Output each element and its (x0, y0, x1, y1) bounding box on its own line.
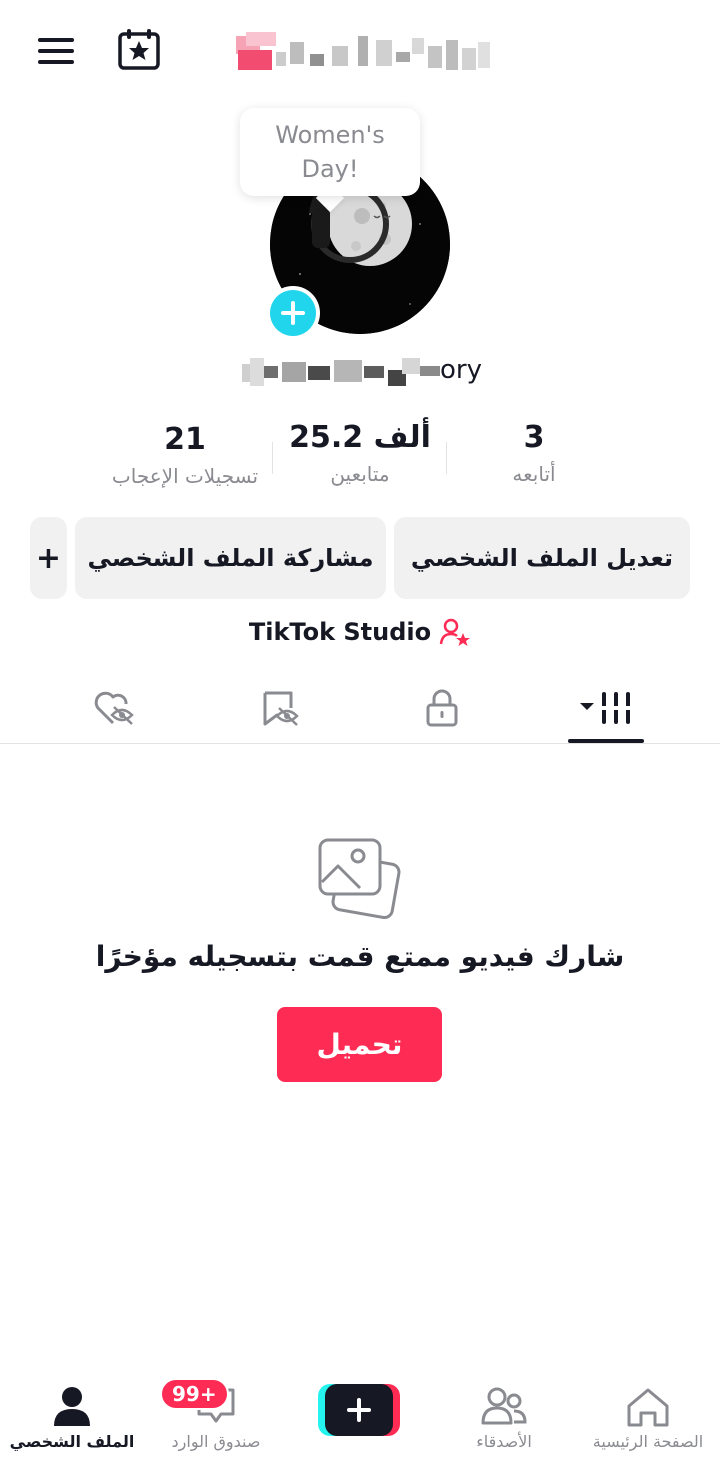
home-icon (627, 1388, 669, 1427)
nav-home[interactable]: الصفحة الرئيسية (576, 1372, 720, 1466)
heart-hidden-icon (94, 691, 134, 725)
nav-friends[interactable]: الأصدقاء (432, 1372, 576, 1466)
nav-home-label: الصفحة الرئيسية (592, 1432, 704, 1451)
followers-label: متابعين (330, 462, 390, 486)
followers-count: 25.2 ألف (289, 420, 431, 455)
plus-icon (270, 290, 316, 336)
nav-profile-label: الملف الشخصي (9, 1432, 135, 1451)
inbox-badge: 99+ (160, 1378, 229, 1410)
tooltip-text: Women's Day! (275, 121, 385, 183)
likes-label: تسجيلات الإعجاب (111, 464, 259, 488)
add-avatar-button[interactable] (266, 286, 320, 340)
upload-button[interactable]: تحميل (277, 1007, 442, 1082)
tiktok-studio-link[interactable]: TikTok Studio (0, 612, 720, 652)
stat-followers[interactable]: 25.2 ألف متابعين (270, 418, 450, 486)
nav-friends-label: الأصدقاء (476, 1432, 532, 1451)
empty-state-message: شارك فيديو ممتع قمت بتسجيله مؤخرًا (95, 940, 625, 973)
tab-liked[interactable] (74, 680, 154, 736)
likes-count: 21 (164, 422, 206, 457)
username-text: ory (440, 355, 482, 385)
stat-following[interactable]: 3 أتابعه (444, 418, 624, 486)
tab-private[interactable] (402, 680, 482, 736)
share-profile-button[interactable]: مشاركة الملف الشخصي (75, 517, 386, 599)
more-button-label: + (35, 540, 62, 576)
friends-icon (481, 1387, 527, 1425)
following-count: 3 (523, 420, 545, 455)
nav-inbox-label: صندوق الوارد (171, 1432, 261, 1451)
bookmark-hidden-icon (263, 691, 299, 726)
person-icon (54, 1387, 90, 1426)
inbox-badge-count: 99+ (172, 1382, 217, 1406)
tabs-divider (0, 743, 720, 744)
nav-profile[interactable]: الملف الشخصي (0, 1372, 144, 1466)
photo-stack-icon (316, 836, 404, 922)
username: ory (242, 350, 482, 390)
stat-likes[interactable]: 21 تسجيلات الإعجاب (95, 420, 275, 488)
following-label: أتابعه (512, 462, 556, 486)
videos-grid-icon (580, 692, 634, 724)
womens-day-tooltip[interactable]: Women's Day! (240, 108, 420, 196)
person-star-icon (439, 618, 471, 646)
upload-button-label: تحميل (316, 1028, 403, 1061)
tab-videos[interactable] (566, 680, 646, 736)
calendar-star-icon[interactable] (116, 28, 164, 72)
hamburger-menu-icon[interactable] (36, 34, 76, 68)
tab-saved[interactable] (240, 680, 320, 736)
tiktok-studio-label: TikTok Studio (248, 618, 432, 646)
edit-profile-label: تعديل الملف الشخصي (410, 544, 674, 572)
username-title-blurred (236, 32, 492, 78)
more-button[interactable]: + (30, 517, 67, 599)
create-video-button[interactable] (318, 1384, 400, 1436)
plus-icon (325, 1384, 393, 1436)
share-profile-label: مشاركة الملف الشخصي (87, 544, 374, 572)
lock-icon (426, 689, 458, 727)
edit-profile-button[interactable]: تعديل الملف الشخصي (394, 517, 690, 599)
